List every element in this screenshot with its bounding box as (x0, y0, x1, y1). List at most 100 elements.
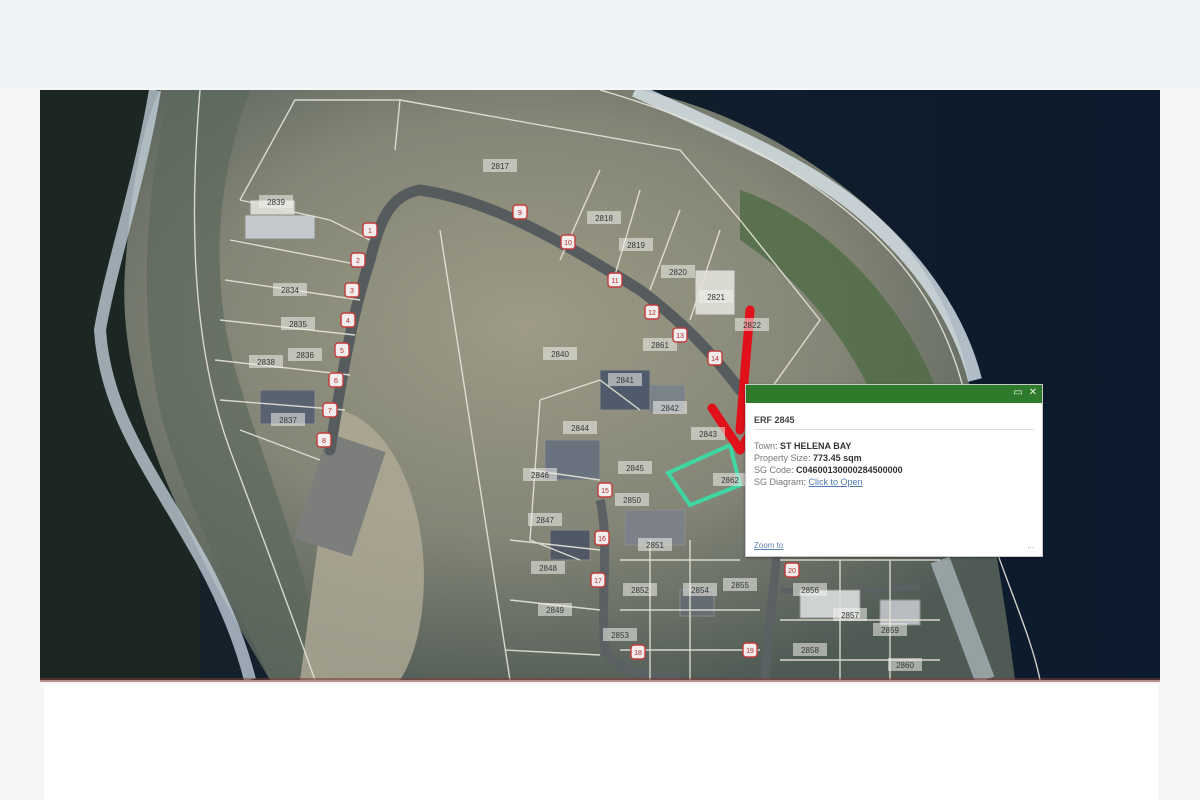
house-number-pin: 12 (644, 304, 660, 320)
popup-details: Town: ST HELENA BAY Property Size: 773.4… (754, 440, 1034, 488)
svg-text:2851: 2851 (646, 541, 664, 550)
svg-text:2820: 2820 (669, 268, 687, 277)
svg-text:2859: 2859 (881, 626, 899, 635)
parcel-label: 2861 (643, 338, 677, 351)
parcel-label: 2822 (735, 318, 769, 331)
svg-text:2847: 2847 (536, 516, 554, 525)
svg-text:2822: 2822 (743, 321, 761, 330)
detail-row-sg-diagram: SG Diagram: Click to Open (754, 477, 863, 487)
parcel-label: 2859 (873, 623, 907, 636)
svg-text:2843: 2843 (699, 430, 717, 439)
svg-text:2834: 2834 (281, 286, 299, 295)
parcel-label: 2862 (713, 473, 747, 486)
popup-header: ▭ ✕ (746, 385, 1042, 403)
parcel-label: 2851 (638, 538, 672, 551)
popup-title: ERF 2845 (754, 415, 1034, 430)
parcel-info-popup: ▭ ✕ ERF 2845 Town: ST HELENA BAY Propert… (745, 384, 1043, 557)
svg-text:14: 14 (711, 356, 719, 363)
svg-text:2844: 2844 (571, 424, 589, 433)
detail-value: C04600130000284500000 (796, 465, 903, 475)
parcel-label: 2838 (249, 355, 283, 368)
svg-text:2819: 2819 (627, 241, 645, 250)
detail-row-sg-code: SG Code: C04600130000284500000 (754, 465, 903, 475)
svg-text:12: 12 (648, 310, 656, 317)
svg-text:2845: 2845 (626, 464, 644, 473)
house-number-pin: 18 (630, 644, 646, 660)
svg-text:2839: 2839 (267, 198, 285, 207)
zoom-to-link[interactable]: Zoom to (754, 541, 783, 550)
minimize-icon[interactable]: ▭ (1013, 388, 1023, 398)
house-number-pin: 14 (707, 350, 723, 366)
parcel-label: 2850 (615, 493, 649, 506)
parcel-label: 2843 (691, 427, 725, 440)
detail-value: 773.45 sqm (813, 453, 862, 463)
house-number-pin: 15 (597, 482, 613, 498)
svg-text:11: 11 (611, 278, 618, 285)
parcel-label: 2817 (483, 159, 517, 172)
svg-text:9: 9 (518, 210, 522, 217)
house-number-pin: 8 (316, 432, 332, 448)
svg-text:4: 4 (346, 318, 350, 325)
svg-text:6: 6 (334, 378, 338, 385)
svg-text:13: 13 (676, 333, 684, 340)
parcel-label: 2845 (618, 461, 652, 474)
sg-diagram-link[interactable]: Click to Open (809, 477, 863, 487)
svg-text:2853: 2853 (611, 631, 629, 640)
parcel-label: 2858 (793, 643, 827, 656)
parcel-label: 2844 (563, 421, 597, 434)
svg-text:18: 18 (634, 650, 642, 657)
parcel-label: 2839 (259, 195, 293, 208)
svg-text:2817: 2817 (491, 162, 509, 171)
svg-text:2858: 2858 (801, 646, 819, 655)
house-number-pin: 1 (362, 222, 378, 238)
svg-text:2861: 2861 (651, 341, 669, 350)
parcel-label: 2840 (543, 347, 577, 360)
svg-text:2: 2 (356, 258, 360, 265)
detail-key: Property Size (754, 453, 809, 463)
svg-text:5: 5 (340, 348, 344, 355)
parcel-label: 2835 (281, 317, 315, 330)
svg-text:2860: 2860 (896, 661, 914, 670)
detail-key: SG Diagram (754, 477, 804, 487)
svg-text:2857: 2857 (841, 611, 859, 620)
house-number-pin: 11 (607, 272, 623, 288)
more-options-button[interactable]: ... (1027, 541, 1034, 550)
svg-text:2818: 2818 (595, 214, 613, 223)
svg-text:2856: 2856 (801, 586, 819, 595)
parcel-label: 2856 (793, 583, 827, 596)
popup-footer: Zoom to ... (754, 541, 1034, 550)
parcel-label: 2847 (528, 513, 562, 526)
svg-text:2854: 2854 (691, 586, 709, 595)
detail-row-property-size: Property Size: 773.45 sqm (754, 453, 862, 463)
parcel-label: 2837 (271, 413, 305, 426)
svg-text:19: 19 (746, 648, 754, 655)
house-number-pin: 7 (322, 402, 338, 418)
svg-text:2855: 2855 (731, 581, 749, 590)
svg-text:2841: 2841 (616, 376, 634, 385)
house-number-pin: 5 (334, 342, 350, 358)
top-band (0, 0, 1200, 88)
svg-text:1: 1 (368, 228, 372, 235)
house-number-pin: 13 (672, 327, 688, 343)
house-number-pin: 4 (340, 312, 356, 328)
parcel-label: 2842 (653, 401, 687, 414)
svg-text:3: 3 (350, 288, 354, 295)
close-icon[interactable]: ✕ (1028, 388, 1038, 398)
map-bottom-strip (40, 678, 1160, 682)
svg-text:20: 20 (788, 568, 796, 575)
house-number-pin: 3 (344, 282, 360, 298)
detail-key: Town (754, 441, 776, 451)
aerial-map[interactable]: 2817 2818 2819 2820 2821 2822 2834 2835 2836 2837… (40, 90, 1160, 680)
svg-text:10: 10 (564, 240, 572, 247)
house-number-pin: 20 (784, 562, 800, 578)
svg-text:8: 8 (322, 438, 326, 445)
house-number-pin: 9 (512, 204, 528, 220)
svg-text:2848: 2848 (539, 564, 557, 573)
parcel-label: 2820 (661, 265, 695, 278)
house-number-pin: 2 (350, 252, 366, 268)
parcel-label: 2849 (538, 603, 572, 616)
parcel-label: 2855 (723, 578, 757, 591)
house-number-pin: 16 (594, 530, 610, 546)
detail-value: ST HELENA BAY (780, 441, 852, 451)
parcel-label: 2860 (888, 658, 922, 671)
